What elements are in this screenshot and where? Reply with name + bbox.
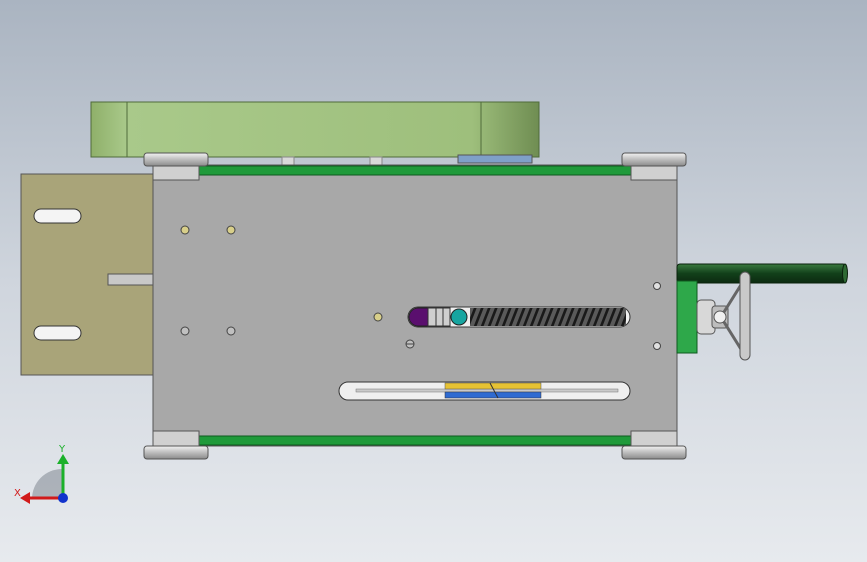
axis-triad: X Y [14, 444, 69, 504]
roller-wheel [621, 152, 687, 167]
guide-slot-inner [355, 388, 619, 393]
cad-viewport[interactable]: X Y [0, 0, 867, 562]
x-axis-label: X [14, 488, 21, 499]
left-bracket[interactable] [20, 173, 156, 376]
roller-block [152, 430, 200, 447]
bolt-hole [180, 225, 190, 235]
shaft-mount-block [676, 280, 698, 354]
handwheel-rim [739, 271, 751, 361]
roller-wheel [143, 445, 209, 460]
bolt-hole [653, 342, 661, 350]
y-axis-label: Y [58, 444, 66, 455]
drive-shaft-assembly[interactable] [676, 263, 848, 361]
roller-block [152, 164, 200, 181]
roller-wheel [143, 152, 209, 167]
green-rail-bottom [198, 435, 632, 446]
drive-shaft [676, 263, 847, 284]
model-view[interactable] [0, 0, 867, 562]
roller-block [630, 164, 678, 181]
bolt-hole [226, 326, 236, 336]
handwheel-center [713, 310, 727, 324]
top-block-collar [457, 154, 533, 164]
triad-plane [32, 469, 62, 499]
bolt-hole [180, 326, 190, 336]
lead-screw-nut-left [408, 307, 429, 327]
guide-slot-assembly[interactable] [338, 381, 631, 401]
left-bracket-slot-top [33, 208, 82, 224]
lead-screw-thread [470, 308, 626, 326]
bolt-hole [653, 282, 661, 290]
green-rail-top [198, 165, 632, 176]
lead-screw-assembly[interactable] [407, 306, 631, 328]
x-axis-arrow [20, 492, 30, 504]
handwheel[interactable] [696, 271, 751, 361]
gear-blue [444, 391, 542, 399]
bolt-hole [373, 312, 383, 322]
roller-wheel [621, 445, 687, 460]
y-axis-arrow [57, 454, 69, 464]
drive-shaft-end [842, 263, 848, 284]
top-block-body [90, 101, 540, 158]
roller-block [630, 430, 678, 447]
lead-screw-collar [427, 307, 451, 327]
lead-screw-nut-right [450, 308, 468, 326]
left-bracket-slot-bottom [33, 325, 82, 341]
bolt-hole [226, 225, 236, 235]
base-plate[interactable] [152, 164, 678, 447]
z-axis-point [58, 493, 68, 503]
left-bracket-tab [107, 273, 155, 286]
base-plate-body [152, 164, 678, 447]
